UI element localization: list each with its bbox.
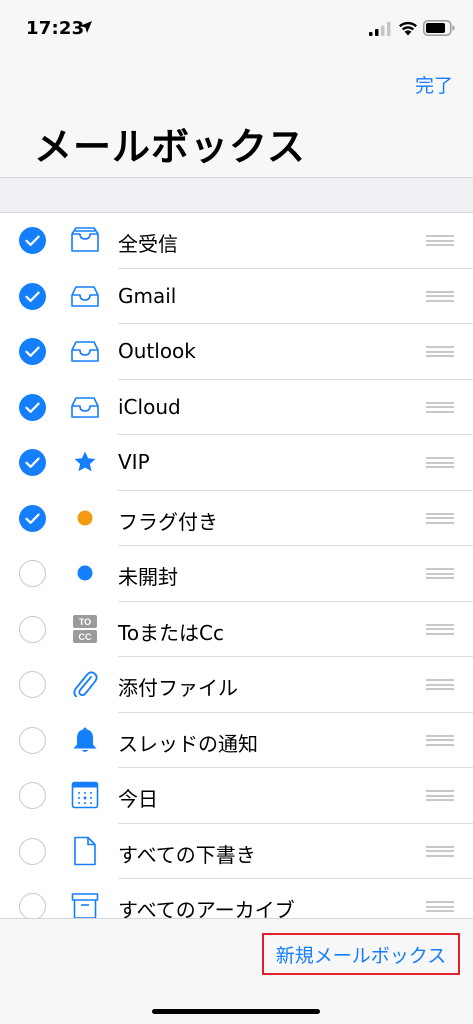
archive-box-icon — [70, 891, 100, 918]
battery-icon — [423, 20, 455, 36]
document-icon — [70, 836, 100, 866]
checkmark-empty-icon[interactable] — [19, 671, 46, 698]
checkmark-selected-icon[interactable] — [19, 393, 46, 421]
checkmark-empty-icon[interactable] — [19, 726, 46, 754]
reorder-handle-icon[interactable] — [426, 346, 454, 357]
status-bar: 17:23 — [0, 0, 473, 58]
svg-text:TO: TO — [79, 617, 91, 627]
mailbox-row[interactable]: iCloud — [0, 380, 473, 435]
checkmark-empty-icon[interactable] — [19, 893, 46, 918]
new-mailbox-button[interactable]: 新規メールボックス — [262, 933, 460, 975]
reorder-handle-icon[interactable] — [426, 568, 454, 579]
calendar-icon — [70, 780, 100, 810]
mailbox-label: ToまたはCc — [118, 620, 225, 645]
reorder-handle-icon[interactable] — [426, 790, 454, 801]
wifi-icon — [399, 21, 417, 36]
to-cc-icon: TO CC — [70, 614, 100, 644]
reorder-handle-icon[interactable] — [426, 623, 454, 635]
checkmark-empty-icon[interactable] — [19, 615, 46, 643]
mailbox-row[interactable]: すべてのアーカイブ — [0, 879, 473, 918]
bell-icon — [70, 725, 100, 755]
mailbox-row[interactable]: フラグ付き — [0, 491, 473, 546]
star-icon — [70, 447, 100, 477]
mailbox-row[interactable]: 今日 — [0, 768, 473, 824]
mailbox-label: フラグ付き — [118, 509, 218, 534]
mailbox-row[interactable]: 未開封 — [0, 546, 473, 602]
page-title: メールボックス — [34, 125, 306, 169]
tray-icon — [70, 336, 100, 366]
mailbox-row[interactable]: VIP — [0, 435, 473, 491]
cellular-signal-icon — [369, 22, 391, 36]
bottom-toolbar: 新規メールボックス — [0, 918, 473, 1024]
checkmark-empty-icon[interactable] — [19, 560, 46, 587]
mailbox-label: スレッドの通知 — [118, 731, 258, 756]
mailbox-list: 全受信 Gmail Outlook iCloud VIP フラグ付き未開封 TO C… — [0, 212, 473, 918]
reorder-handle-icon[interactable] — [426, 901, 454, 912]
flag-dot-icon — [70, 503, 100, 533]
tray-icon — [70, 281, 100, 311]
reorder-handle-icon[interactable] — [426, 290, 454, 302]
mailbox-row[interactable]: 添付ファイル — [0, 657, 473, 713]
mailbox-row[interactable]: TO CC ToまたはCc — [0, 602, 473, 657]
reorder-handle-icon[interactable] — [426, 734, 454, 746]
unread-dot-icon — [70, 558, 100, 588]
location-arrow-icon — [80, 21, 92, 33]
mailbox-label: iCloud — [118, 394, 181, 419]
mailbox-label: すべてのアーカイブ — [118, 898, 295, 918]
checkmark-selected-icon[interactable] — [19, 504, 46, 532]
tray-stack-icon — [70, 225, 100, 255]
tray-icon — [70, 392, 100, 422]
checkmark-empty-icon[interactable] — [19, 837, 46, 865]
status-time: 17:23 — [26, 18, 85, 39]
done-button[interactable]: 完了 — [415, 71, 453, 98]
reorder-handle-icon[interactable] — [426, 679, 454, 690]
mailbox-row[interactable]: Gmail — [0, 269, 473, 324]
mailbox-row[interactable]: 全受信 — [0, 213, 473, 269]
mailbox-label: Gmail — [118, 283, 177, 308]
mailbox-row[interactable]: Outlook — [0, 324, 473, 380]
checkmark-empty-icon[interactable] — [19, 782, 46, 809]
checkmark-selected-icon[interactable] — [19, 338, 46, 365]
reorder-handle-icon[interactable] — [426, 512, 454, 524]
mailbox-label: すべての下書き — [118, 842, 256, 867]
navigation-bar: 完了 メールボックス — [0, 58, 473, 178]
reorder-handle-icon[interactable] — [426, 457, 454, 468]
mailbox-label: 全受信 — [118, 232, 178, 256]
reorder-handle-icon[interactable] — [426, 235, 454, 246]
reorder-handle-icon[interactable] — [426, 401, 454, 413]
mailbox-label: 添付ファイル — [118, 676, 238, 700]
mailbox-row[interactable]: スレッドの通知 — [0, 713, 473, 768]
checkmark-selected-icon[interactable] — [19, 282, 46, 310]
reorder-handle-icon[interactable] — [426, 845, 454, 857]
mailbox-label: 今日 — [118, 787, 158, 811]
home-indicator — [152, 1009, 320, 1014]
svg-text:CC: CC — [79, 632, 92, 642]
checkmark-selected-icon[interactable] — [19, 227, 46, 254]
mailbox-row[interactable]: すべての下書き — [0, 824, 473, 879]
paperclip-icon — [70, 669, 100, 699]
mailbox-label: 未開封 — [118, 565, 178, 589]
mailbox-label: Outlook — [118, 339, 196, 363]
checkmark-selected-icon[interactable] — [19, 449, 46, 476]
mailbox-label: VIP — [118, 450, 150, 474]
